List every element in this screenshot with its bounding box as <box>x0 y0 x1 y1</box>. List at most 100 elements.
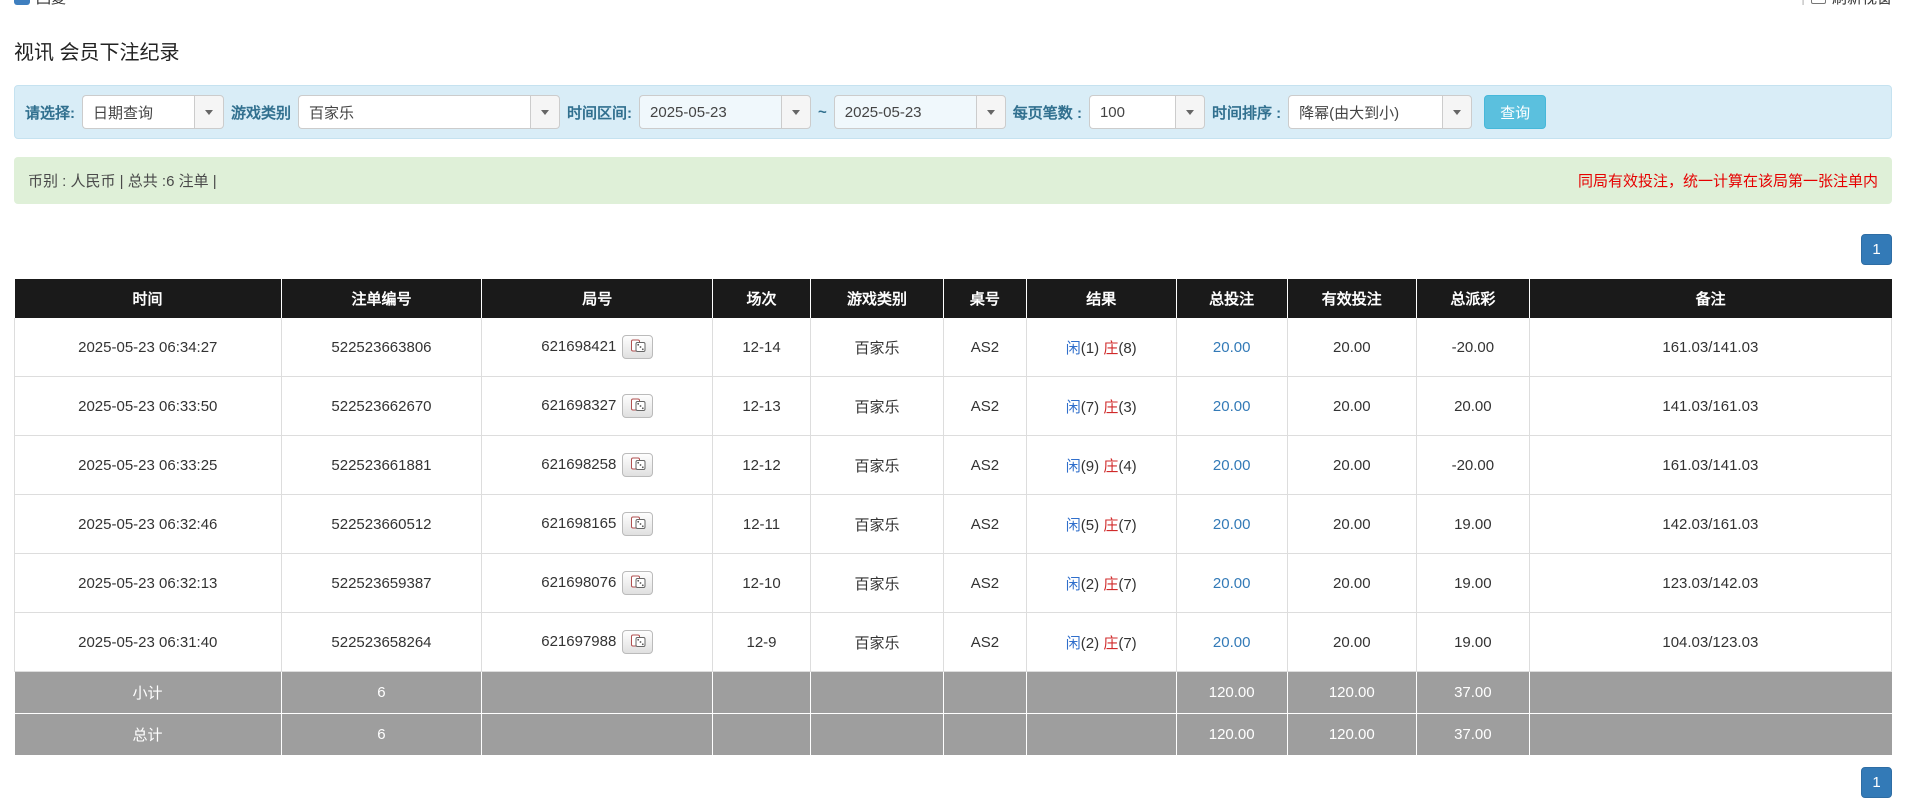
search-button[interactable]: 查询 <box>1484 95 1546 129</box>
sort-caret-button[interactable] <box>1442 95 1472 129</box>
result-banker-score: (8) <box>1118 340 1136 357</box>
round-id: 621698258 <box>541 456 616 473</box>
topbar-right-label: 刷新视窗 <box>1832 0 1892 8</box>
cell-total-bet: 20.00 <box>1176 377 1287 436</box>
cell-session: 12-13 <box>713 377 811 436</box>
total-bet-link[interactable]: 20.00 <box>1213 457 1251 474</box>
table-body: 2025-05-23 06:34:27 522523663806 6216984… <box>15 318 1892 672</box>
total-bet-link[interactable]: 20.00 <box>1213 634 1251 651</box>
round-result-button[interactable] <box>622 335 653 359</box>
topbar: 回复 | 刷新视窗 <box>14 0 1892 10</box>
cell-game-type: 百家乐 <box>810 377 943 436</box>
dice-cards-icon <box>630 516 646 530</box>
page-title: 视讯 会员下注纪录 <box>14 36 1892 65</box>
total-valid-bet: 120.00 <box>1287 714 1417 756</box>
cell-table-no: AS2 <box>944 554 1027 613</box>
cell-session: 12-11 <box>713 495 811 554</box>
cell-total-bet: 20.00 <box>1176 495 1287 554</box>
total-label: 总计 <box>15 714 282 756</box>
cell-game-type: 百家乐 <box>810 613 943 672</box>
chevron-down-icon <box>541 110 549 115</box>
page-size-dropdown[interactable] <box>1089 95 1205 129</box>
date-from-caret-button[interactable] <box>781 95 811 129</box>
col-header-bet-id: 注单编号 <box>281 279 482 318</box>
cell-bet-id: 522523660512 <box>281 495 482 554</box>
sort-dropdown[interactable] <box>1288 95 1472 129</box>
round-result-button[interactable] <box>622 394 653 418</box>
date-from-input[interactable] <box>639 95 781 129</box>
game-type-dropdown[interactable] <box>298 95 560 129</box>
page-size-caret-button[interactable] <box>1175 95 1205 129</box>
result-banker: 庄 <box>1103 635 1118 652</box>
chevron-down-icon <box>205 110 213 115</box>
filter-bar: 请选择: 游戏类别 时间区间: ~ 每页笔数 : 时间排序 : <box>14 85 1892 139</box>
result-player: 闲 <box>1066 399 1081 416</box>
query-type-dropdown[interactable] <box>82 95 224 129</box>
chevron-down-icon <box>987 110 995 115</box>
chevron-down-icon <box>792 110 800 115</box>
select-type-label: 请选择: <box>25 102 75 123</box>
cell-game-type: 百家乐 <box>810 436 943 495</box>
query-type-caret-button[interactable] <box>194 95 224 129</box>
subtotal-total-bet: 120.00 <box>1176 672 1287 714</box>
cell-bet-id: 522523663806 <box>281 318 482 377</box>
query-type-value[interactable] <box>82 95 194 129</box>
result-player: 闲 <box>1066 635 1081 652</box>
cell-payout: 19.00 <box>1417 554 1530 613</box>
col-header-total-bet: 总投注 <box>1176 279 1287 318</box>
chevron-down-icon <box>1186 110 1194 115</box>
round-result-button[interactable] <box>622 512 653 536</box>
cell-valid-bet: 20.00 <box>1287 318 1417 377</box>
page-size-value[interactable] <box>1089 95 1175 129</box>
page-1-button[interactable]: 1 <box>1861 234 1892 265</box>
result-banker: 庄 <box>1103 340 1118 357</box>
range-separator: ~ <box>818 104 827 121</box>
total-bet-link[interactable]: 20.00 <box>1213 339 1251 356</box>
round-result-button[interactable] <box>622 630 653 654</box>
date-to-input[interactable] <box>834 95 976 129</box>
cell-total-bet: 20.00 <box>1176 613 1287 672</box>
date-to-dropdown[interactable] <box>834 95 1006 129</box>
cell-time: 2025-05-23 06:33:25 <box>15 436 282 495</box>
page-1-button[interactable]: 1 <box>1861 767 1892 798</box>
cell-remark: 141.03/161.03 <box>1529 377 1891 436</box>
cell-bet-id: 522523659387 <box>281 554 482 613</box>
round-result-button[interactable] <box>622 453 653 477</box>
cell-round: 621698076 <box>482 554 713 613</box>
round-result-button[interactable] <box>622 571 653 595</box>
round-id: 621698421 <box>541 338 616 355</box>
round-id: 621698076 <box>541 574 616 591</box>
cell-session: 12-14 <box>713 318 811 377</box>
result-banker: 庄 <box>1103 458 1118 475</box>
cell-payout: 20.00 <box>1417 377 1530 436</box>
cell-game-type: 百家乐 <box>810 318 943 377</box>
game-type-caret-button[interactable] <box>530 95 560 129</box>
col-header-session: 场次 <box>713 279 811 318</box>
date-to-caret-button[interactable] <box>976 95 1006 129</box>
cell-game-type: 百家乐 <box>810 554 943 613</box>
summary-bar: 币别 : 人民币 | 总共 :6 注单 | 同局有效投注，统一计算在该局第一张注… <box>14 157 1892 204</box>
round-id: 621698327 <box>541 397 616 414</box>
cell-game-type: 百家乐 <box>810 495 943 554</box>
topbar-right-menu[interactable]: | 刷新视窗 <box>1801 0 1892 8</box>
game-type-value[interactable] <box>298 95 530 129</box>
topbar-left-menu[interactable]: 回复 <box>14 0 80 8</box>
sort-value[interactable] <box>1288 95 1442 129</box>
cell-result: 闲(2) 庄(7) <box>1026 613 1176 672</box>
date-from-dropdown[interactable] <box>639 95 811 129</box>
cell-time: 2025-05-23 06:34:27 <box>15 318 282 377</box>
result-banker-score: (7) <box>1118 576 1136 593</box>
total-bet-link[interactable]: 20.00 <box>1213 575 1251 592</box>
table-row: 2025-05-23 06:33:50 522523662670 6216983… <box>15 377 1892 436</box>
cell-payout: -20.00 <box>1417 436 1530 495</box>
cell-time: 2025-05-23 06:33:50 <box>15 377 282 436</box>
result-player-score: (2) <box>1081 576 1099 593</box>
table-row: 2025-05-23 06:32:13 522523659387 6216980… <box>15 554 1892 613</box>
result-player-score: (7) <box>1081 399 1099 416</box>
window-icon <box>1811 0 1826 4</box>
subtotal-row: 小计 6 120.00 120.00 37.00 <box>15 672 1892 714</box>
cell-payout: 19.00 <box>1417 495 1530 554</box>
total-bet-link[interactable]: 20.00 <box>1213 516 1251 533</box>
total-count: 6 <box>281 714 482 756</box>
total-bet-link[interactable]: 20.00 <box>1213 398 1251 415</box>
